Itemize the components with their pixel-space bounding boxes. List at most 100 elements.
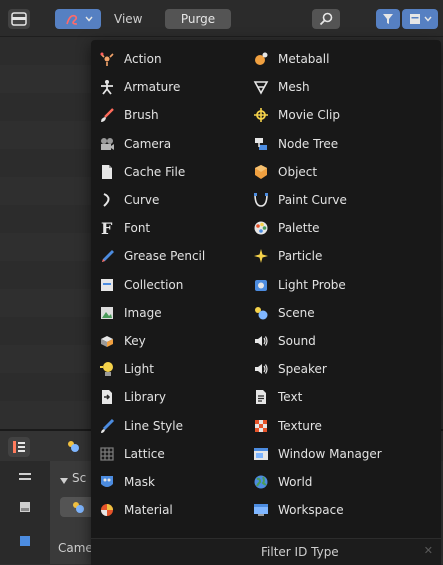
menu-item-paint-curve[interactable]: Paint Curve xyxy=(253,186,423,214)
menu-item-light-probe[interactable]: Light Probe xyxy=(253,271,423,299)
font-icon: F xyxy=(99,220,115,236)
properties-icon xyxy=(12,440,26,454)
metaball-icon xyxy=(253,51,269,67)
menu-item-palette[interactable]: Palette xyxy=(253,214,423,242)
text-icon xyxy=(253,389,269,405)
object-icon xyxy=(253,164,269,180)
menu-column-left: Action Armature Brush Camera Cache File … xyxy=(99,45,269,524)
movie-clip-icon xyxy=(253,107,269,123)
light-probe-icon xyxy=(253,277,269,293)
paint-curve-icon xyxy=(253,192,269,208)
properties-editor-type-button[interactable] xyxy=(8,437,30,457)
clear-filter-icon[interactable]: ✕ xyxy=(424,544,433,557)
output-tab[interactable] xyxy=(14,531,36,553)
render-icon xyxy=(18,500,32,517)
menu-item-line-style[interactable]: Line Style xyxy=(99,411,269,439)
panel-title: Sc xyxy=(72,471,87,485)
chevron-down-icon xyxy=(84,16,93,22)
window-manager-icon xyxy=(253,446,269,462)
action-icon xyxy=(99,51,115,67)
scene-icon xyxy=(253,305,269,321)
search-button[interactable] xyxy=(312,9,340,29)
filter-icon xyxy=(382,12,394,26)
camera-icon xyxy=(99,136,115,152)
menu-item-movie-clip[interactable]: Movie Clip xyxy=(253,101,423,129)
collection-icon xyxy=(99,277,115,293)
speaker-icon xyxy=(253,361,269,377)
menu-item-curve[interactable]: Curve xyxy=(99,186,269,214)
texture-icon xyxy=(253,418,269,434)
menu-item-action[interactable]: Action xyxy=(99,45,269,73)
menu-item-font[interactable]: F Font xyxy=(99,214,269,242)
armature-icon xyxy=(99,79,115,95)
menu-item-key[interactable]: Key xyxy=(99,327,269,355)
collection-icon xyxy=(409,13,421,25)
outliner-editor-icon xyxy=(11,12,27,26)
menu-item-library[interactable]: Library xyxy=(99,383,269,411)
material-icon xyxy=(99,502,115,518)
properties-tabs xyxy=(0,461,50,564)
menu-item-mask[interactable]: Mask xyxy=(99,468,269,496)
mesh-icon xyxy=(253,79,269,95)
menu-item-object[interactable]: Object xyxy=(253,158,423,186)
menu-item-camera[interactable]: Camera xyxy=(99,130,269,158)
scene-icon xyxy=(66,439,80,456)
menu-item-grease-pencil[interactable]: Grease Pencil xyxy=(99,242,269,270)
scene-icon xyxy=(71,500,85,514)
panel-collapse-icon[interactable] xyxy=(60,474,68,488)
menu-item-material[interactable]: Material xyxy=(99,496,269,524)
render-tab[interactable] xyxy=(14,497,36,519)
tool-tab[interactable] xyxy=(14,467,36,489)
menu-item-text[interactable]: Text xyxy=(253,383,423,411)
menu-item-collection[interactable]: Collection xyxy=(99,271,269,299)
menu-item-world[interactable]: World xyxy=(253,468,423,496)
menu-item-speaker[interactable]: Speaker xyxy=(253,355,423,383)
blend-file-data-icon xyxy=(64,12,82,26)
menu-item-lattice[interactable]: Lattice xyxy=(99,440,269,468)
lattice-icon xyxy=(99,446,115,462)
menu-item-brush[interactable]: Brush xyxy=(99,101,269,129)
camera-label: Came xyxy=(58,541,93,555)
world-icon xyxy=(253,474,269,490)
menu-item-armature[interactable]: Armature xyxy=(99,73,269,101)
menu-item-texture[interactable]: Texture xyxy=(253,411,423,439)
menu-item-particle[interactable]: Particle xyxy=(253,242,423,270)
tool-icon xyxy=(18,471,32,486)
view-menu[interactable]: View xyxy=(114,12,142,26)
svg-text:F: F xyxy=(101,220,113,236)
workspace-icon xyxy=(253,502,269,518)
menu-item-mesh[interactable]: Mesh xyxy=(253,73,423,101)
menu-column-right: Metaball Mesh Movie Clip Node Tree Objec… xyxy=(253,45,423,524)
menu-item-node-tree[interactable]: Node Tree xyxy=(253,130,423,158)
menu-item-scene[interactable]: Scene xyxy=(253,299,423,327)
outliner-header: View Purge xyxy=(0,0,443,37)
grease-pencil-icon xyxy=(99,248,115,264)
editor-type-button[interactable] xyxy=(8,9,30,29)
purge-button[interactable]: Purge xyxy=(165,9,231,29)
filter-button[interactable] xyxy=(376,9,400,29)
light-icon xyxy=(99,361,115,377)
id-type-menu: Action Armature Brush Camera Cache File … xyxy=(91,40,443,565)
sound-icon xyxy=(253,333,269,349)
output-icon xyxy=(18,534,32,551)
image-icon xyxy=(99,305,115,321)
menu-item-image[interactable]: Image xyxy=(99,299,269,327)
key-icon xyxy=(99,333,115,349)
menu-item-light[interactable]: Light xyxy=(99,355,269,383)
menu-item-metaball[interactable]: Metaball xyxy=(253,45,423,73)
brush-icon xyxy=(99,107,115,123)
menu-item-workspace[interactable]: Workspace xyxy=(253,496,423,524)
menu-item-sound[interactable]: Sound xyxy=(253,327,423,355)
curve-icon xyxy=(99,192,115,208)
palette-icon xyxy=(253,220,269,236)
line-style-icon xyxy=(99,418,115,434)
new-data-dropdown[interactable] xyxy=(402,9,438,29)
library-icon xyxy=(99,389,115,405)
menu-item-window-manager[interactable]: Window Manager xyxy=(253,440,423,468)
menu-item-cache-file[interactable]: Cache File xyxy=(99,158,269,186)
search-icon xyxy=(319,12,333,26)
chevron-down-icon xyxy=(423,16,432,22)
filter-id-type-input[interactable] xyxy=(253,542,443,562)
filter-row: ✕ xyxy=(91,538,443,565)
display-mode-dropdown[interactable] xyxy=(55,9,101,29)
